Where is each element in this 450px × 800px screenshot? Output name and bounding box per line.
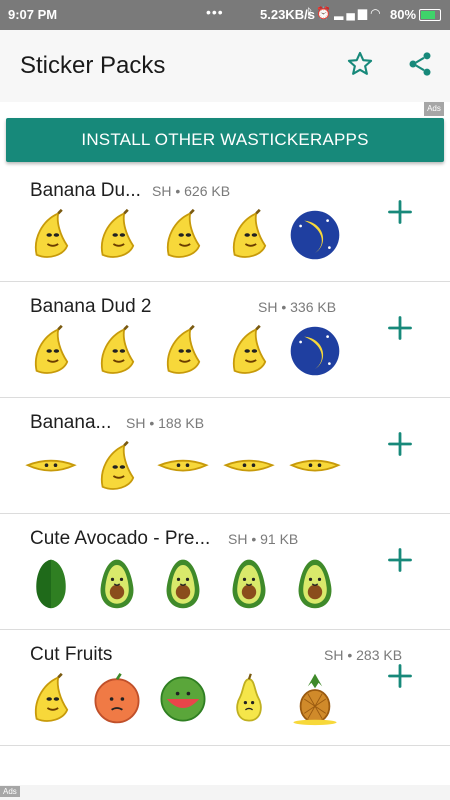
pack-meta: SH • 336 KB [258, 299, 337, 315]
sticker-pack-item[interactable]: Banana... SH • 188 KB [0, 398, 450, 514]
status-bar: 9:07 PM ••• 5.23KB/s ᛒ⏰▂▄▆◠ 80% [0, 0, 450, 30]
pear-sticker [222, 672, 276, 726]
banana-moon-sticker [288, 324, 342, 378]
watermelon-sticker [156, 672, 210, 726]
add-pack-plus-icon[interactable] [386, 430, 414, 458]
app-bar: Sticker Packs [0, 30, 450, 102]
avocado-happy-sticker [90, 556, 144, 610]
bottom-ad-banner[interactable]: Ads [0, 785, 450, 800]
banana-sunbath-sticker [156, 440, 210, 494]
banana-happy-sticker [288, 440, 342, 494]
signal-icon: ▂▄▆ [334, 6, 371, 20]
status-icons: ᛒ⏰▂▄▆◠ [306, 6, 384, 20]
wifi-icon: ◠ [370, 6, 384, 20]
banana-peel-sticker [90, 208, 144, 262]
notification-dots: ••• [206, 4, 224, 20]
sticker-pack-item[interactable]: Banana Dud 2 SH • 336 KB [0, 282, 450, 398]
banana-sad-lying-sticker [24, 440, 78, 494]
banana-slice-sticker [24, 324, 78, 378]
add-pack-plus-icon[interactable] [386, 546, 414, 574]
avocado-sliced-sticker [24, 556, 78, 610]
star-icon[interactable] [346, 50, 374, 78]
avocado-cute-sticker [288, 556, 342, 610]
pineapple-sticker [288, 672, 342, 726]
add-pack-plus-icon[interactable] [386, 198, 414, 226]
avocado-smile-sticker [156, 556, 210, 610]
page-title: Sticker Packs [20, 52, 166, 79]
banana-donkey-sticker [222, 440, 276, 494]
battery-icon [419, 9, 441, 21]
bluetooth-icon: ᛒ [306, 6, 317, 20]
install-other-stickerapps-button[interactable]: INSTALL OTHER WASTICKERAPPS [6, 118, 444, 162]
status-time: 9:07 PM [8, 7, 58, 22]
ad-badge: Ads [0, 786, 20, 797]
avocado-hat-sticker [222, 556, 276, 610]
pack-name: Cut Fruits [30, 644, 113, 665]
pack-meta: SH • 188 KB [126, 415, 205, 431]
banana-sad-sticker [222, 324, 276, 378]
banana-superhero-sticker [222, 208, 276, 262]
pack-meta: SH • 91 KB [228, 531, 299, 547]
pack-name: Banana... [30, 412, 112, 433]
banana-smirk-sticker [24, 208, 78, 262]
alarm-icon: ⏰ [316, 6, 335, 20]
ad-badge: Ads [424, 102, 444, 116]
pack-name: Banana Dud 2 [30, 296, 152, 317]
sticker-pack-item[interactable]: Cut Fruits SH • 283 KB [0, 630, 450, 746]
banana-bandage-sticker [90, 324, 144, 378]
orange-sad-sticker [90, 672, 144, 726]
pack-name: Banana Du... [30, 180, 141, 201]
add-pack-plus-icon[interactable] [386, 662, 414, 690]
sticker-pack-item[interactable]: Cute Avocado - Pre... SH • 91 KB [0, 514, 450, 630]
pack-meta: SH • 283 KB [324, 647, 403, 663]
banana-sunglasses-sticker [90, 440, 144, 494]
banana-bunch-sticker [24, 672, 78, 726]
pack-name: Cute Avocado - Pre... [30, 528, 211, 549]
banana-shirt-sticker [156, 208, 210, 262]
sticker-pack-item[interactable]: Banana Du... SH • 626 KB [0, 166, 450, 282]
banana-beach-sticker [288, 208, 342, 262]
share-icon[interactable] [406, 50, 434, 78]
battery-percent: 80% [390, 7, 417, 22]
pack-meta: SH • 626 KB [152, 183, 231, 199]
add-pack-plus-icon[interactable] [386, 314, 414, 342]
banana-surf-sticker [156, 324, 210, 378]
